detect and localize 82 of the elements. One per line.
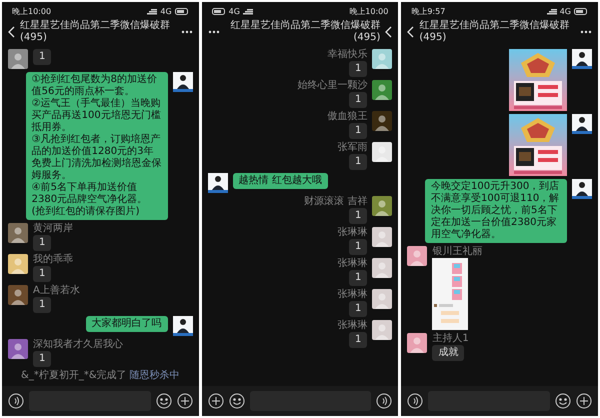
message-bubble: 1 (348, 332, 368, 348)
sender-name: 张军雨 (337, 142, 368, 153)
emoji-icon[interactable] (156, 393, 172, 409)
back-icon[interactable] (385, 26, 392, 38)
message-bubble: 1 (33, 351, 52, 367)
sender-name: 始终心里一颗沙 (297, 80, 368, 91)
message-bubble: 越热情 红包越大哦 (232, 173, 328, 189)
message-bubble: 1 (348, 270, 368, 286)
message-bubble: 1 (348, 92, 368, 108)
sender-name: 张琳琳 (337, 320, 368, 331)
network-label: 4G (160, 7, 172, 16)
avatar[interactable] (372, 142, 392, 162)
system-message: &_*柠夏初开_*&完成了 (21, 370, 127, 382)
sender-name: 银川王礼丽 (432, 246, 482, 257)
message-bubble: 1 (33, 49, 52, 65)
back-icon[interactable] (407, 26, 414, 38)
plus-icon[interactable] (576, 393, 592, 409)
sender-name: 幸福快乐 (327, 49, 368, 60)
signal-icon (242, 8, 253, 15)
plus-icon[interactable] (208, 393, 224, 409)
avatar[interactable] (572, 179, 592, 199)
avatar[interactable] (372, 80, 392, 100)
avatar[interactable] (172, 72, 193, 92)
avatar[interactable] (372, 196, 392, 216)
signal-icon (546, 8, 557, 15)
sender-name: 黄河两岸 (33, 223, 73, 234)
avatar[interactable] (372, 227, 392, 247)
sender-name: 主持人1 (432, 333, 469, 344)
sender-name: 傲血狼王 (327, 111, 368, 122)
message-bubble: 1 (33, 297, 52, 313)
avatar[interactable] (208, 173, 228, 193)
message-bubble: 1 (33, 266, 52, 282)
message-bubble: 1 (348, 61, 368, 77)
emoji-icon[interactable] (555, 393, 572, 409)
chat-title: 红星星艺佳尚品第二季微信爆破群(495) (419, 20, 570, 44)
sender-name: 张琳琳 (337, 258, 368, 269)
message-bubble: 1 (348, 123, 368, 139)
battery-icon (174, 8, 189, 15)
battery-icon (212, 8, 226, 15)
chat-title: 红星星艺佳尚品第二季微信爆破群(495) (229, 20, 380, 44)
avatar[interactable] (372, 289, 392, 309)
more-icon[interactable] (580, 30, 592, 34)
message-bubble: 1 (348, 208, 368, 224)
avatar[interactable] (572, 49, 592, 69)
avatar[interactable] (372, 258, 392, 278)
avatar[interactable] (407, 246, 428, 266)
avatar[interactable] (407, 333, 428, 353)
back-icon[interactable] (8, 26, 15, 38)
sender-name: 我的乖乖 (33, 254, 73, 265)
message-bubble: 1 (348, 301, 368, 317)
battery-icon (574, 8, 588, 15)
sender-name: A上善若水 (33, 285, 80, 296)
status-time: 晚上9:57 (411, 6, 446, 17)
more-icon[interactable] (180, 30, 193, 34)
message-bubble: 1 (348, 154, 368, 170)
status-time: 晚上10:00 (12, 6, 52, 17)
chat-title: 红星星艺佳尚品第二季微信爆破群(495) (20, 20, 171, 44)
message-bubble: 成就 (432, 345, 464, 361)
voice-icon[interactable] (407, 393, 424, 409)
voice-icon[interactable] (376, 393, 392, 409)
network-label: 4G (228, 7, 240, 16)
message-bubble: 1 (348, 239, 368, 255)
message-bubble: 大家都明白了吗 (86, 316, 168, 332)
avatar[interactable] (572, 114, 592, 134)
sender-name: 张琳琳 (337, 227, 368, 238)
voice-icon[interactable] (8, 393, 24, 409)
avatar[interactable] (372, 49, 392, 69)
plus-icon[interactable] (176, 393, 193, 409)
status-time: 晚上10:00 (349, 6, 388, 17)
message-bubble: ①抢到红包尾数为8的加送价值56元的雨点杯一套。 ②运气王（手气最佳）当晚购买产品再送100元培恩无门槛抵用券。 ③凡抢到红包者，订购培恩产品的加送价值1280元的3年免费上门清洗加检测培恩金保姆服务。 ④前5名下单再加送价值2380元品牌空气净化器。 (抢到红包的请保存图片) (26, 72, 168, 220)
avatar[interactable] (172, 316, 193, 336)
signal-icon (147, 8, 158, 15)
message-bubble: 1 (33, 235, 52, 251)
emoji-icon[interactable] (228, 393, 245, 409)
sender-name: 财源滚滚 吉祥 (304, 196, 368, 207)
network-label: 4G (560, 7, 572, 16)
message-bubble: 今晚交定100元升300，到店不满意享受100可退110，解决你一切后顾之忧，前5名下定在加送一台价值2380元家用空气净化器。 (425, 179, 568, 243)
sender-name: 深知我者才久居我心 (33, 339, 123, 350)
link[interactable]: 随恩秒杀中 (130, 370, 180, 382)
avatar[interactable] (372, 320, 392, 340)
more-icon[interactable] (208, 30, 220, 34)
sender-name: 张琳琳 (337, 289, 368, 300)
